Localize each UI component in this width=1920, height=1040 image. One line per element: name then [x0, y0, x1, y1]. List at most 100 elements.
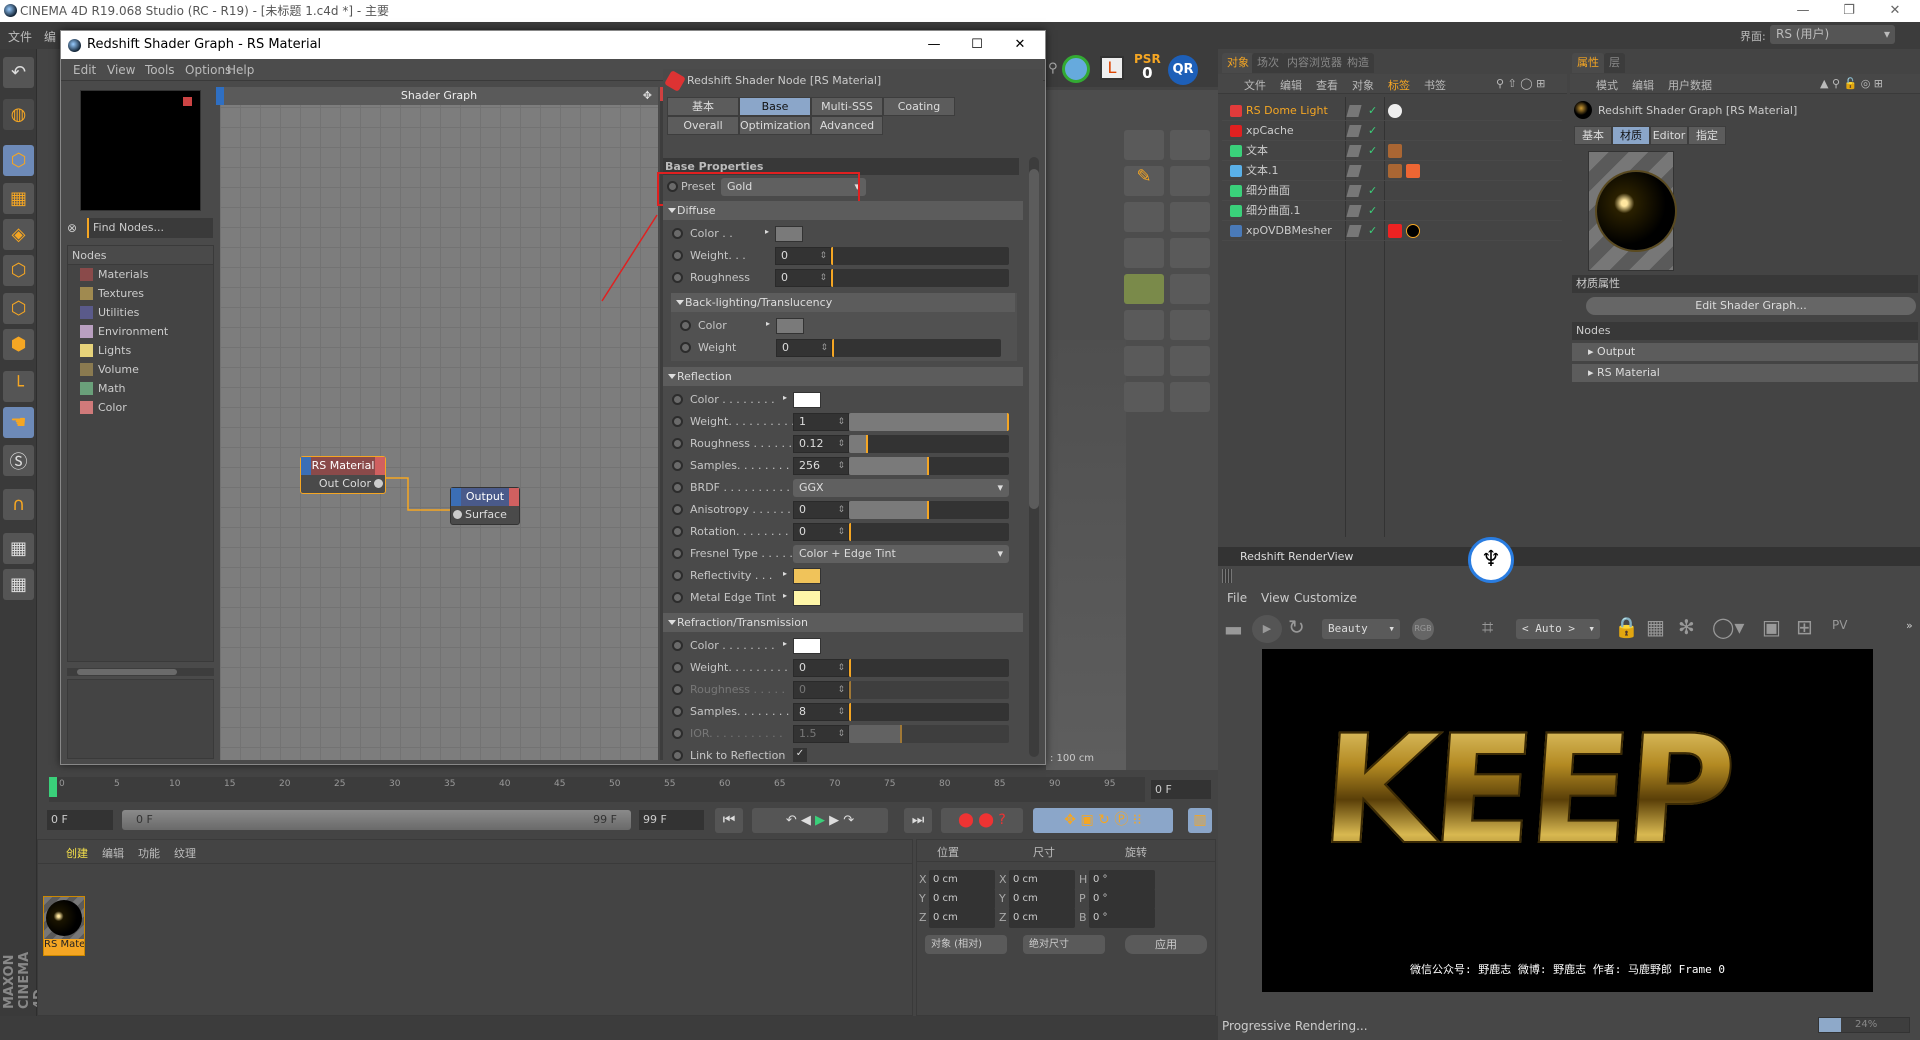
enabled-check[interactable]: ✓ — [1368, 121, 1377, 141]
light-icon[interactable] — [1124, 382, 1164, 412]
tab-0[interactable]: 基本 — [667, 97, 739, 116]
enabled-check[interactable]: ✓ — [1368, 181, 1377, 201]
param-key-icon[interactable]: Ⓟ — [1114, 812, 1128, 828]
visibility-dots[interactable] — [1346, 205, 1362, 217]
model-mode-icon[interactable]: ⬡ — [3, 145, 34, 176]
menu-file[interactable]: File — [1227, 591, 1247, 605]
fracture-icon[interactable] — [1170, 238, 1210, 268]
menu-edit[interactable]: Edit — [73, 63, 96, 77]
value-field[interactable]: 0 — [793, 659, 849, 677]
menu-edit[interactable]: 编辑 — [1280, 77, 1302, 93]
menu-object[interactable]: 对象 — [1352, 77, 1374, 93]
play-render-icon[interactable]: ▶ — [1252, 615, 1282, 643]
size-y-field[interactable]: 0 cm — [1009, 889, 1075, 909]
tree-scrollbar[interactable] — [67, 668, 214, 676]
object-row[interactable]: 细分曲面 ✓ — [1222, 181, 1562, 201]
pos-y-field[interactable]: 0 cm — [929, 889, 995, 909]
animate-radio[interactable] — [672, 728, 683, 739]
edit-shader-graph-button[interactable]: Edit Shader Graph... — [1586, 297, 1916, 315]
visibility-dots[interactable] — [1346, 185, 1362, 197]
tab-content-browser[interactable]: 内容浏览器 — [1282, 53, 1347, 73]
globe-icon[interactable]: ◍ — [3, 99, 34, 130]
color-swatch[interactable] — [776, 318, 804, 334]
value-field[interactable]: 0 — [793, 501, 849, 519]
tweak-icon[interactable]: ☚ — [3, 407, 34, 438]
node-category-volume[interactable]: Volume — [68, 360, 213, 379]
playhead[interactable] — [49, 777, 57, 797]
node-category-math[interactable]: Math — [68, 379, 213, 398]
minimize-button[interactable]: — — [1780, 0, 1826, 22]
menu-file[interactable]: 文件 — [1244, 77, 1266, 93]
refresh-icon[interactable]: ↻ — [1288, 615, 1305, 639]
axis-mode-icon[interactable]: └ — [3, 371, 34, 402]
axis-icon[interactable]: L — [1100, 56, 1124, 80]
color-swatch[interactable] — [775, 226, 803, 242]
subdivision-icon[interactable] — [1170, 166, 1210, 196]
record-controls[interactable]: ⬤ ⬤ ? — [941, 808, 1023, 833]
subtab-assign[interactable]: 指定 — [1688, 126, 1726, 145]
workplane-icon[interactable]: ◈ — [3, 219, 34, 250]
value-slider[interactable] — [849, 413, 1009, 431]
menu-options[interactable]: Options — [185, 63, 231, 77]
value-field[interactable]: 0 — [775, 269, 831, 287]
value-slider[interactable] — [849, 435, 1009, 453]
layout-select[interactable]: RS (用户) ▾ — [1770, 25, 1895, 44]
value-slider[interactable] — [849, 523, 1009, 541]
close-button[interactable]: ✕ — [997, 34, 1043, 56]
end-frame-field[interactable]: 99 F — [639, 810, 704, 830]
shader-graph-canvas[interactable]: Shader Graph ✥ RS Material Out Color Out… — [216, 87, 658, 760]
animate-radio[interactable] — [680, 342, 691, 353]
pla-key-icon[interactable]: ⁝⁝ — [1133, 812, 1142, 828]
section-back-lighting-translucency[interactable]: Back-lighting/Translucency — [671, 293, 1015, 312]
phong-tag-icon[interactable] — [1388, 104, 1402, 118]
node-category-materials[interactable]: Materials — [68, 265, 213, 284]
menu-view[interactable]: 查看 — [1316, 77, 1338, 93]
menu-edit[interactable]: 编辑 — [102, 845, 124, 861]
value-slider[interactable] — [849, 659, 1009, 677]
rs-object-tag-icon[interactable] — [1406, 164, 1420, 178]
timeline-window-button[interactable]: ▥ — [1188, 808, 1212, 833]
menu-tools[interactable]: Tools — [145, 63, 175, 77]
rotate-key-icon[interactable]: ↻ — [1098, 812, 1110, 828]
menu-create[interactable]: 创建 — [66, 845, 88, 861]
bend-icon[interactable] — [1124, 202, 1164, 232]
lathe-icon[interactable] — [1124, 346, 1164, 376]
start-frame-field[interactable]: 0 F — [47, 810, 113, 830]
animate-radio[interactable] — [672, 504, 683, 515]
animate-radio[interactable] — [672, 394, 683, 405]
clapper-icon[interactable]: ▬ — [1224, 617, 1243, 641]
restore-button[interactable]: ❐ — [1826, 0, 1872, 22]
menu-edit[interactable]: 编 — [44, 28, 56, 45]
more-icon[interactable]: » — [1906, 619, 1913, 632]
step-back-icon[interactable]: ◀ — [801, 813, 811, 828]
preview-toggle[interactable] — [183, 97, 192, 106]
apply-button[interactable]: 应用 — [1125, 935, 1207, 954]
animate-radio[interactable] — [672, 526, 683, 537]
search-icon[interactable]: ⚲ ⇧ ◯ ⊞ — [1496, 77, 1545, 90]
color-swatch[interactable] — [793, 590, 821, 606]
next-key-icon[interactable]: ↷ — [843, 813, 854, 828]
scale-key-icon[interactable]: ▣ — [1080, 812, 1093, 828]
animate-radio[interactable] — [672, 706, 683, 717]
expand-triangle-icon[interactable]: ▸ — [783, 569, 787, 578]
expand-triangle-icon[interactable]: ▸ — [765, 227, 769, 236]
animate-radio[interactable] — [672, 662, 683, 673]
key-mode-controls[interactable]: ✥ ▣ ↻ Ⓟ ⁝⁝ — [1033, 808, 1173, 833]
animate-radio[interactable] — [672, 592, 683, 603]
animate-radio[interactable] — [672, 416, 683, 427]
value-slider[interactable] — [831, 247, 1009, 265]
deformer-icon[interactable] — [1170, 346, 1210, 376]
record-icon[interactable]: ⬤ — [958, 812, 974, 828]
color-swatch[interactable] — [793, 568, 821, 584]
step-forward-icon[interactable]: ▶ — [829, 813, 839, 828]
tab-1[interactable]: Base Properties — [739, 97, 811, 130]
enabled-check[interactable]: ✓ — [1368, 101, 1377, 121]
goto-start-button[interactable]: ⏮ — [715, 808, 743, 833]
menu-user-data[interactable]: 用户数据 — [1668, 77, 1712, 93]
animate-radio[interactable] — [672, 548, 683, 559]
value-field[interactable]: 8 — [793, 703, 849, 721]
grid-lock-icon[interactable]: ▦ — [3, 569, 34, 600]
enabled-check[interactable]: ✓ — [1368, 201, 1377, 221]
node-item-rs-material[interactable]: ▸ RS Material — [1572, 364, 1918, 382]
section-reflection[interactable]: Reflection — [663, 367, 1023, 386]
